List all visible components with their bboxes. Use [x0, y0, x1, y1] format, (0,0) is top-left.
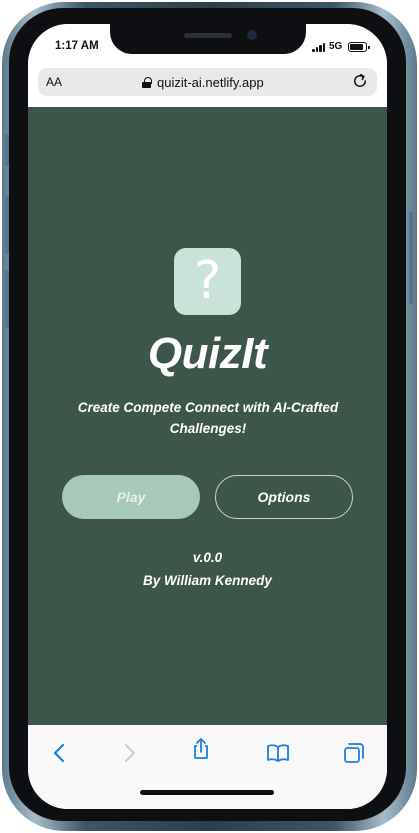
app-screen: ? QuizIt Create Compete Connect with AI-…	[28, 107, 387, 725]
side-button-power	[409, 212, 413, 304]
url-display[interactable]: quizit-ai.netlify.app	[142, 75, 264, 90]
url-bar[interactable]: AA quizit-ai.netlify.app	[38, 68, 377, 96]
browser-toolbar	[28, 725, 387, 809]
app-tagline: Create Compete Connect with AI-Crafted C…	[77, 400, 339, 436]
author-label: By William Kennedy	[143, 573, 272, 588]
play-button[interactable]: Play	[62, 475, 200, 519]
share-icon[interactable]	[189, 737, 213, 761]
camera-icon	[247, 30, 257, 40]
battery-icon	[348, 42, 370, 52]
question-mark-logo-icon: ?	[174, 248, 241, 315]
notch	[110, 24, 306, 54]
signal-icon	[312, 43, 326, 52]
forward-icon[interactable]	[117, 741, 141, 765]
options-button[interactable]: Options	[215, 475, 353, 519]
tabs-icon[interactable]	[342, 741, 366, 765]
network-type: 5G	[329, 41, 343, 52]
phone-screen: 1:17 AM 5G AA quizit-ai.netlify.app ? Qu…	[28, 24, 387, 809]
url-text: quizit-ai.netlify.app	[157, 75, 264, 90]
back-icon[interactable]	[48, 741, 72, 765]
speaker-grille	[184, 33, 232, 38]
status-time: 1:17 AM	[55, 40, 99, 52]
bookmarks-icon[interactable]	[266, 741, 290, 765]
app-title: QuizIt	[147, 329, 268, 378]
version-label: v.0.0	[192, 550, 223, 565]
home-indicator[interactable]	[140, 790, 274, 795]
status-bar: 1:17 AM 5G	[28, 24, 387, 66]
lock-icon	[142, 77, 152, 88]
reader-icon[interactable]: AA	[46, 75, 62, 89]
reload-icon[interactable]	[351, 72, 369, 90]
